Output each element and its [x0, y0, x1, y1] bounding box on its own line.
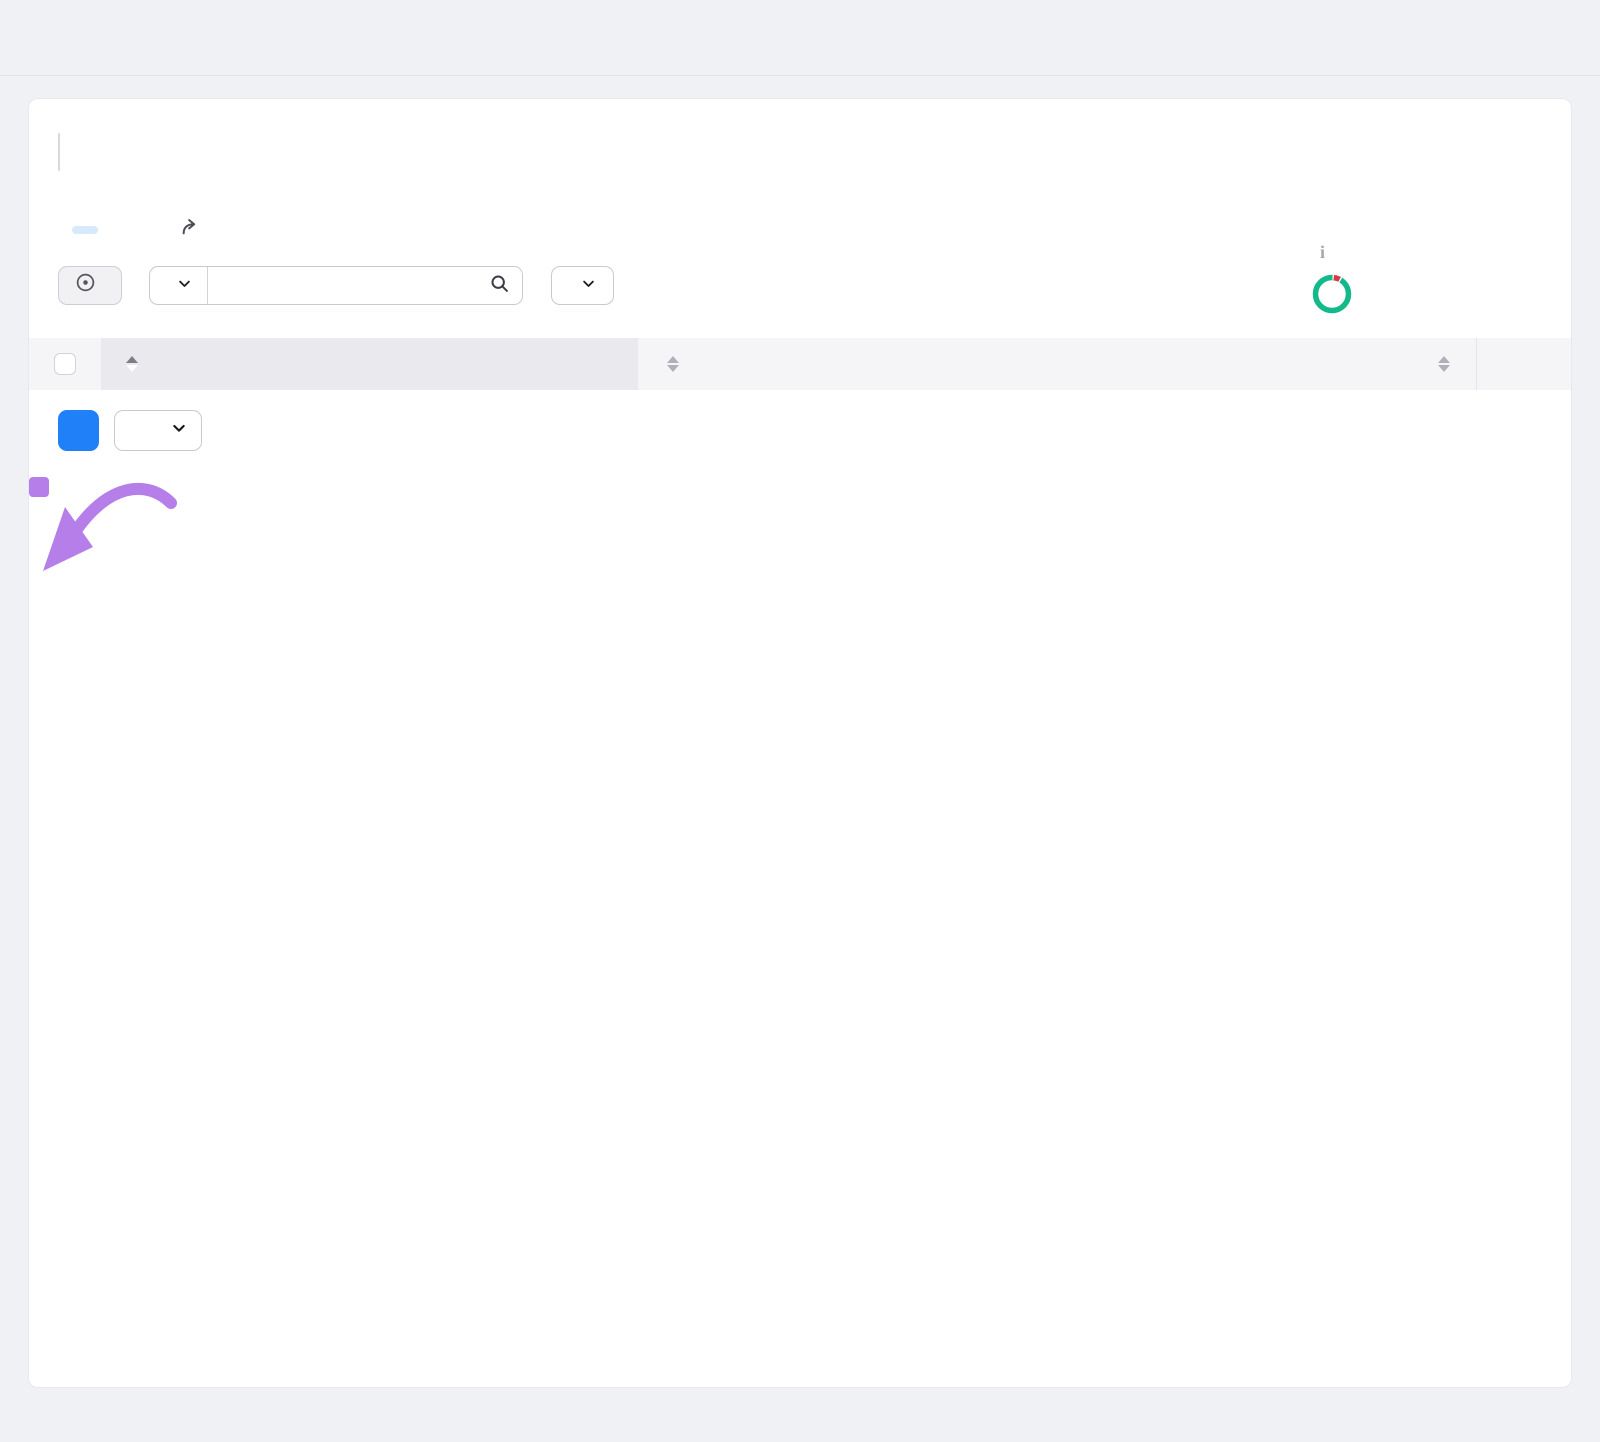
filter-input[interactable] — [208, 267, 476, 304]
notice-badge — [72, 226, 98, 234]
column-header-discovered[interactable] — [1161, 338, 1476, 390]
column-header-page-url[interactable] — [101, 338, 638, 390]
sort-icon — [667, 356, 679, 372]
column-header-link-url[interactable] — [638, 338, 1161, 390]
table-header-row — [29, 338, 1571, 390]
top-navigation — [0, 0, 1600, 76]
select-all-checkbox[interactable] — [54, 353, 76, 375]
checks-donut-chart — [1311, 273, 1353, 320]
info-icon[interactable]: i — [1320, 242, 1325, 263]
page-1-button[interactable] — [58, 410, 99, 451]
sort-icon — [1438, 356, 1450, 372]
send-to-button[interactable] — [180, 216, 211, 244]
hide-button[interactable] — [58, 266, 122, 305]
total-checks-widget: i — [1311, 242, 1511, 320]
pagination — [58, 410, 1571, 451]
severity-filter-tabs — [58, 133, 60, 171]
search-button[interactable] — [476, 267, 522, 304]
share-icon — [180, 216, 202, 244]
sort-icon — [126, 356, 138, 372]
annotation-highlight-rectangle — [29, 477, 49, 497]
issues-panel: i — [28, 98, 1572, 1388]
issue-header-row — [58, 216, 1542, 244]
chevron-down-icon — [177, 275, 192, 297]
filter-group — [149, 266, 523, 305]
filter-field-selector[interactable] — [150, 267, 208, 304]
search-icon — [489, 273, 510, 299]
eye-icon — [75, 272, 96, 299]
issues-table — [29, 338, 1571, 390]
chevron-down-icon — [581, 275, 596, 297]
chevron-down-icon — [171, 420, 187, 442]
annotation-arrow — [29, 477, 179, 590]
page-size-select[interactable] — [114, 410, 202, 451]
advanced-filters-button[interactable] — [551, 266, 614, 305]
